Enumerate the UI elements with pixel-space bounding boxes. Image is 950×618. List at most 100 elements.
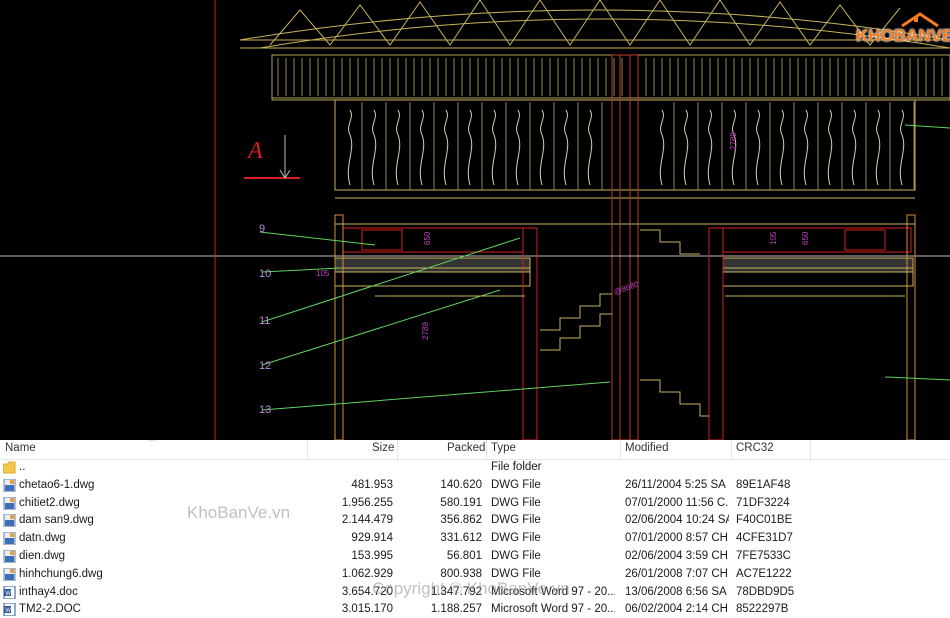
column-divider[interactable]: [810, 440, 811, 459]
ornament-scroll: [467, 109, 473, 186]
file-type: DWG File: [491, 567, 541, 580]
file-size: 3.015.170: [341, 603, 393, 616]
file-packed: 56.801: [446, 550, 482, 562]
file-type: DWG File: [491, 478, 541, 491]
file-row[interactable]: dam san9.dwg 2.144.479 356.862 DWG File 02/0…: [0, 512, 950, 530]
archive-file-list[interactable]: Name ^ Size Packed Type Modified CRC32 .…: [0, 440, 950, 618]
dwg-file-icon: [3, 531, 16, 546]
floor-slab: [0, 255, 950, 287]
svg-text:W: W: [5, 608, 11, 614]
file-row[interactable]: chitiet2.dwg 1.956.255 580.191 DWG File 07/0…: [0, 495, 950, 513]
file-name: ..: [19, 461, 26, 473]
file-modified: 07/01/2000 11:56 C...: [625, 496, 729, 509]
file-crc32: 4CFE31D7: [736, 532, 793, 545]
file-packed: 140.620: [440, 478, 482, 491]
column-divider[interactable]: [620, 440, 621, 459]
ornament-scroll: [395, 109, 401, 186]
khobanve-logo: KHOBANVE: [852, 12, 950, 50]
file-name: inthay4.doc: [19, 585, 78, 598]
file-modified: 26/01/2008 7:07 CH: [625, 567, 728, 580]
file-modified: 06/02/2004 2:14 CH: [625, 603, 728, 616]
dim-text: @8680: [613, 279, 641, 297]
column-header-modified[interactable]: Modified: [625, 442, 668, 454]
column-header-name[interactable]: Name: [5, 442, 36, 454]
column-header-row: Name ^ Size Packed Type Modified CRC32: [0, 440, 950, 460]
file-row[interactable]: dien.dwg 153.995 56.801 DWG File 02/06/2004 …: [0, 548, 950, 566]
file-crc32: 8522297B: [736, 603, 789, 616]
column-header-crc32[interactable]: CRC32: [736, 442, 774, 454]
ornament-scroll: [371, 109, 377, 186]
column-divider[interactable]: [397, 440, 398, 459]
file-crc32: AC7E1222: [736, 567, 792, 580]
watermark-text: KhoBanVe.vn: [187, 503, 291, 522]
file-name: datn.dwg: [19, 532, 66, 545]
cad-drawing: A 9 10 11 12 13 2789 2789 @8680 650 650 105 …: [0, 0, 950, 440]
stairs: [540, 229, 709, 417]
wall-ornaments: [347, 102, 915, 190]
dwg-file-icon: [3, 478, 16, 493]
file-name: chetao6-1.dwg: [19, 478, 95, 491]
file-crc32: 71DF3224: [736, 496, 790, 509]
ornament-scroll: [899, 109, 905, 186]
folder-icon: [2, 461, 16, 474]
file-crc32: 89E1AF48: [736, 478, 791, 491]
file-row[interactable]: .. File folder: [0, 459, 950, 477]
file-name: TM2-2.DOC: [19, 603, 81, 616]
file-name: hinhchung6.dwg: [19, 567, 103, 580]
file-row[interactable]: datn.dwg 929.914 331.612 DWG File 07/01/2000…: [0, 530, 950, 548]
section-marker: A: [244, 135, 300, 179]
dwg-file-icon: [3, 513, 16, 528]
column-divider[interactable]: [731, 440, 732, 459]
dimension-texts: 2789 2789 @8680 650 650 105 105: [316, 132, 810, 340]
upper-wall: [334, 99, 916, 225]
callout-number: 11: [259, 315, 270, 327]
file-type: DWG File: [491, 550, 541, 562]
column-divider[interactable]: [307, 440, 308, 459]
file-modified: 02/06/2004 3:59 CH: [625, 550, 728, 562]
column-divider[interactable]: [486, 440, 487, 459]
column-header-packed[interactable]: Packed: [447, 442, 485, 454]
file-packed: 800.938: [440, 567, 482, 580]
ornament-scroll: [659, 109, 665, 186]
svg-text:W: W: [5, 591, 11, 597]
roof-truss: [239, 0, 950, 49]
dim-text: 650: [423, 231, 432, 245]
logo-text: KHOBANVE: [856, 26, 950, 45]
word-doc-icon: W: [3, 602, 16, 617]
callout-number: 12: [259, 360, 271, 372]
file-crc32: 78DBD9D5: [736, 585, 795, 598]
section-label: A: [246, 138, 263, 164]
file-crc32: F40C01BE: [736, 514, 793, 527]
dim-text: 2789: [421, 322, 430, 340]
dim-text: 2789: [729, 132, 738, 150]
file-row[interactable]: W TM2-2.DOC 3.015.170 1.188.257 Microsoft Wo…: [0, 601, 950, 618]
file-crc32: 7FE7533C: [736, 550, 791, 562]
file-modified: 13/06/2008 6:56 SA: [625, 585, 727, 598]
word-doc-icon: W: [3, 585, 16, 600]
callout-number: 9: [259, 223, 265, 235]
callout-number: 10: [259, 268, 271, 280]
column-header-type[interactable]: Type: [491, 442, 516, 454]
file-packed: 356.862: [440, 514, 482, 527]
dwg-file-icon: [3, 496, 16, 511]
file-size: 153.995: [351, 550, 393, 562]
file-packed: 331.612: [440, 532, 482, 545]
file-type: DWG File: [491, 496, 541, 509]
column-header-size[interactable]: Size: [372, 442, 394, 454]
dim-text: 105: [316, 269, 330, 278]
ornament-scroll: [419, 109, 425, 186]
dim-text: 105: [769, 231, 778, 245]
ornament-scroll: [563, 109, 569, 186]
ornament-scroll: [491, 109, 497, 186]
file-row[interactable]: chetao6-1.dwg 481.953 140.620 DWG File 26/11…: [0, 477, 950, 495]
file-type: Microsoft Word 97 - 20...: [491, 603, 615, 616]
ornament-scroll: [515, 109, 521, 186]
file-size: 481.953: [351, 478, 393, 491]
ornament-scroll: [347, 109, 353, 186]
dwg-file-icon: [3, 549, 16, 564]
file-type: DWG File: [491, 514, 541, 527]
awning-slats: [277, 58, 943, 96]
ornament-scroll: [587, 109, 593, 186]
file-size: 1.956.255: [341, 496, 393, 509]
cad-drawing-viewport: A 9 10 11 12 13 2789 2789 @8680 650 650 105 …: [0, 0, 950, 440]
